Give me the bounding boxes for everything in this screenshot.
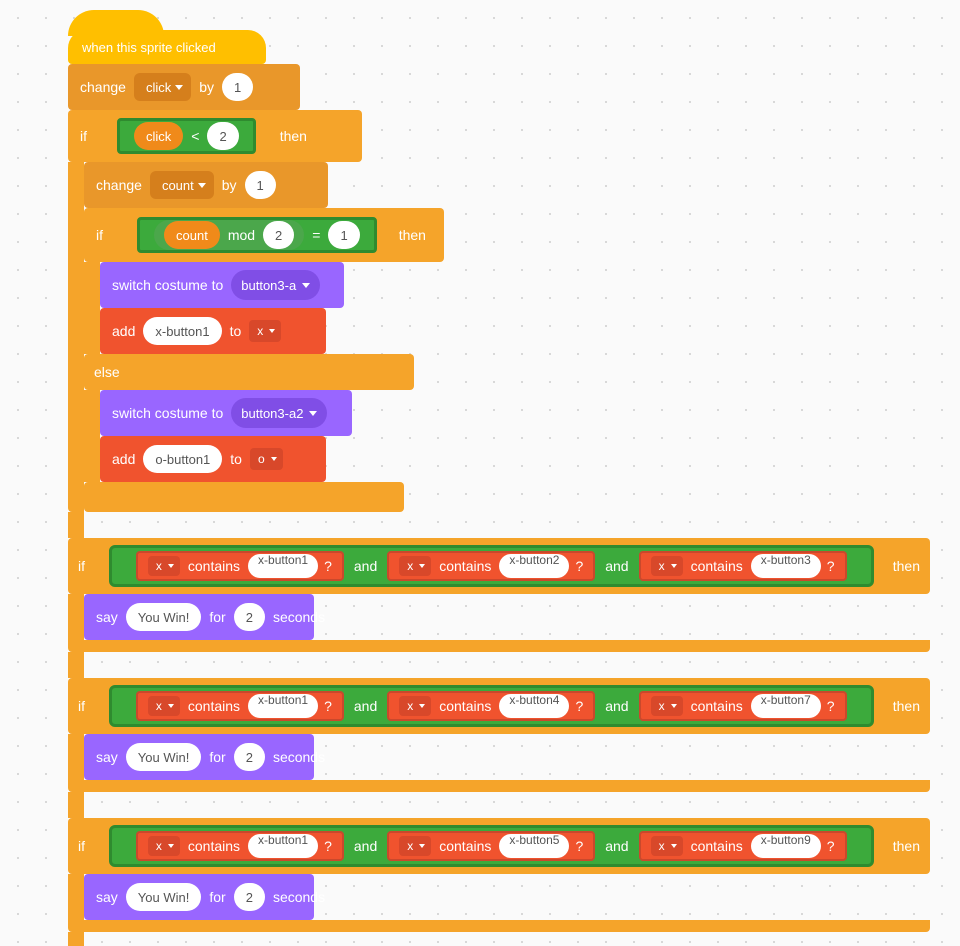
hat-label: when this sprite clicked xyxy=(82,41,216,54)
block-if-win[interactable]: if x contains x-button1 ? and x contains… xyxy=(68,538,930,594)
list-contains[interactable]: x contains x-button1 ? xyxy=(136,551,344,581)
contains-item[interactable]: x-button1 xyxy=(248,694,318,718)
list-x[interactable]: x xyxy=(399,556,431,576)
cond-and-outer[interactable]: x contains x-button1 ? and x contains x-… xyxy=(109,545,874,587)
input-xbutton1[interactable]: x-button1 xyxy=(143,317,221,345)
block-if-win[interactable]: if x contains x-button1 ? and x contains… xyxy=(68,678,930,734)
say-text[interactable]: You Win! xyxy=(126,603,202,631)
block-say-win[interactable]: say You Win! for 2 seconds xyxy=(84,874,314,920)
list-x[interactable]: x xyxy=(651,556,683,576)
input-two-b[interactable]: 2 xyxy=(263,221,294,249)
input-obutton1[interactable]: o-button1 xyxy=(143,445,222,473)
block-if-click[interactable]: if click < 2 then xyxy=(68,110,362,162)
c-arm xyxy=(68,792,84,818)
list-x[interactable]: x xyxy=(651,836,683,856)
block-change-count[interactable]: change count by 1 xyxy=(84,162,328,208)
list-contains[interactable]: x contains x-button1 ? xyxy=(136,691,344,721)
input-two[interactable]: 2 xyxy=(207,122,238,150)
list-contains[interactable]: x contains x-button9 ? xyxy=(639,831,847,861)
c-arm xyxy=(68,734,84,780)
c-close xyxy=(68,780,930,792)
block-say-win[interactable]: say You Win! for 2 seconds xyxy=(84,594,314,640)
c-close xyxy=(68,640,930,652)
block-change-click[interactable]: change click by 1 xyxy=(68,64,300,110)
c-arm xyxy=(84,390,100,482)
reporter-click[interactable]: click xyxy=(134,122,183,150)
c-arm xyxy=(68,162,84,512)
input-one[interactable]: 1 xyxy=(222,73,253,101)
contains-item[interactable]: x-button1 xyxy=(248,554,318,578)
block-switch-costume-a[interactable]: switch costume to button3-a xyxy=(100,262,344,308)
block-if-count-mod[interactable]: if count mod 2 = 1 then xyxy=(84,208,444,262)
cond-and-outer[interactable]: x contains x-button1 ? and x contains x-… xyxy=(109,685,874,727)
reporter-count[interactable]: count xyxy=(164,221,220,249)
say-seconds[interactable]: 2 xyxy=(234,883,265,911)
costume-dropdown-a[interactable]: button3-a xyxy=(231,270,320,300)
list-dropdown-o[interactable]: o xyxy=(250,448,283,470)
contains-item[interactable]: x-button7 xyxy=(751,694,821,718)
var-dropdown-click[interactable]: click xyxy=(134,73,191,101)
var-dropdown-count[interactable]: count xyxy=(150,171,214,199)
list-contains[interactable]: x contains x-button4 ? xyxy=(387,691,595,721)
contains-item[interactable]: x-button3 xyxy=(751,554,821,578)
list-contains[interactable]: x contains x-button3 ? xyxy=(639,551,847,581)
list-x[interactable]: x xyxy=(399,696,431,716)
block-say-win[interactable]: say You Win! for 2 seconds xyxy=(84,734,314,780)
c-arm xyxy=(68,594,84,640)
c-arm xyxy=(68,874,84,920)
list-contains[interactable]: x contains x-button5 ? xyxy=(387,831,595,861)
else-bar: else xyxy=(84,354,414,390)
cond-mod-eq[interactable]: count mod 2 = 1 xyxy=(137,217,377,253)
contains-item[interactable]: x-button4 xyxy=(499,694,569,718)
list-x[interactable]: x xyxy=(399,836,431,856)
list-contains[interactable]: x contains x-button7 ? xyxy=(639,691,847,721)
contains-item[interactable]: x-button1 xyxy=(248,834,318,858)
input-one-c[interactable]: 1 xyxy=(328,221,359,249)
op-mod[interactable]: count mod 2 xyxy=(154,220,304,250)
contains-item[interactable]: x-button9 xyxy=(751,834,821,858)
c-close xyxy=(68,920,930,932)
cond-click-lt-2[interactable]: click < 2 xyxy=(117,118,256,154)
say-seconds[interactable]: 2 xyxy=(234,603,265,631)
list-x[interactable]: x xyxy=(148,696,180,716)
c-arm xyxy=(68,932,84,946)
hat-top xyxy=(68,10,164,36)
contains-item[interactable]: x-button5 xyxy=(499,834,569,858)
list-x[interactable]: x xyxy=(148,556,180,576)
block-add-x[interactable]: add x-button1 to x xyxy=(100,308,326,354)
list-x[interactable]: x xyxy=(148,836,180,856)
cond-and-outer[interactable]: x contains x-button1 ? and x contains x-… xyxy=(109,825,874,867)
say-text[interactable]: You Win! xyxy=(126,883,202,911)
contains-item[interactable]: x-button2 xyxy=(499,554,569,578)
c-arm xyxy=(84,262,100,354)
say-seconds[interactable]: 2 xyxy=(234,743,265,771)
c-close xyxy=(84,482,404,512)
list-contains[interactable]: x contains x-button1 ? xyxy=(136,831,344,861)
c-arm xyxy=(68,652,84,678)
c-arm xyxy=(68,512,84,538)
block-if-win[interactable]: if x contains x-button1 ? and x contains… xyxy=(68,818,930,874)
block-add-o[interactable]: add o-button1 to o xyxy=(100,436,326,482)
list-dropdown-x[interactable]: x xyxy=(249,320,281,342)
list-x[interactable]: x xyxy=(651,696,683,716)
block-switch-costume-a2[interactable]: switch costume to button3-a2 xyxy=(100,390,352,436)
list-contains[interactable]: x contains x-button2 ? xyxy=(387,551,595,581)
input-one-b[interactable]: 1 xyxy=(245,171,276,199)
costume-dropdown-a2[interactable]: button3-a2 xyxy=(231,398,327,428)
say-text[interactable]: You Win! xyxy=(126,743,202,771)
